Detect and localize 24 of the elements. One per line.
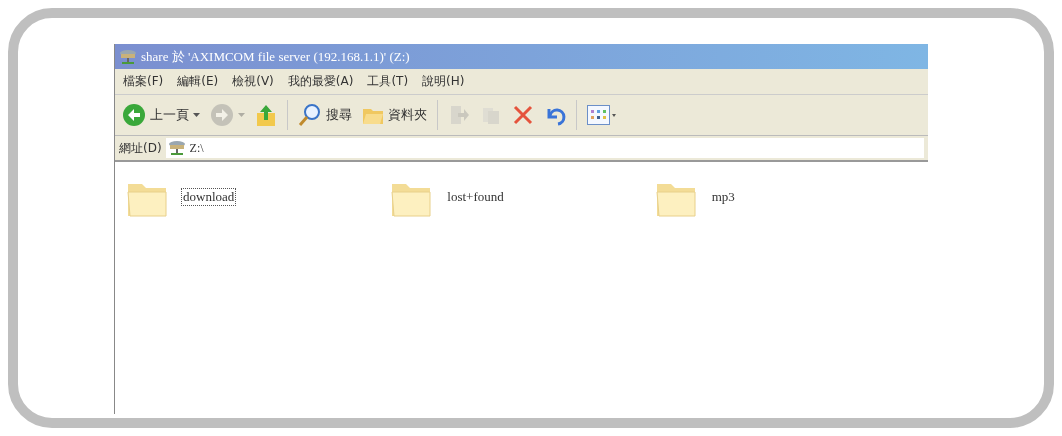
folders-button[interactable]: 資料夾 (359, 103, 430, 127)
views-grid-icon (587, 105, 617, 125)
menu-item[interactable]: 檔案(F) (123, 73, 164, 90)
address-field[interactable]: Z:\ (165, 138, 924, 158)
caret-icon (193, 113, 200, 117)
folder-name[interactable]: lost+found (445, 188, 506, 206)
folder-up-icon (255, 103, 277, 127)
menu-item[interactable]: 檢視(V) (232, 73, 274, 90)
menu-item[interactable]: 工具(T) (367, 73, 409, 90)
network-drive-icon (167, 140, 186, 156)
network-drive-icon (119, 48, 137, 65)
delete-icon (512, 104, 534, 126)
back-button[interactable]: 上一頁 (119, 101, 203, 129)
move-to-icon (448, 104, 470, 126)
menu-item[interactable]: 說明(H) (422, 73, 465, 90)
menu-item[interactable]: 我的最愛(A) (287, 73, 354, 90)
search-icon (298, 103, 322, 127)
search-button[interactable]: 搜尋 (295, 101, 355, 129)
window-title: share 於 'AXIMCOM file server (192.168.1.1)' (Z:) (141, 47, 410, 66)
address-label: 網址(D) (119, 139, 162, 157)
folder-name[interactable]: download (181, 188, 237, 206)
caret-icon (238, 113, 245, 117)
menu-item[interactable]: 編輯(E) (177, 73, 219, 90)
folder-name[interactable]: mp3 (709, 188, 737, 206)
